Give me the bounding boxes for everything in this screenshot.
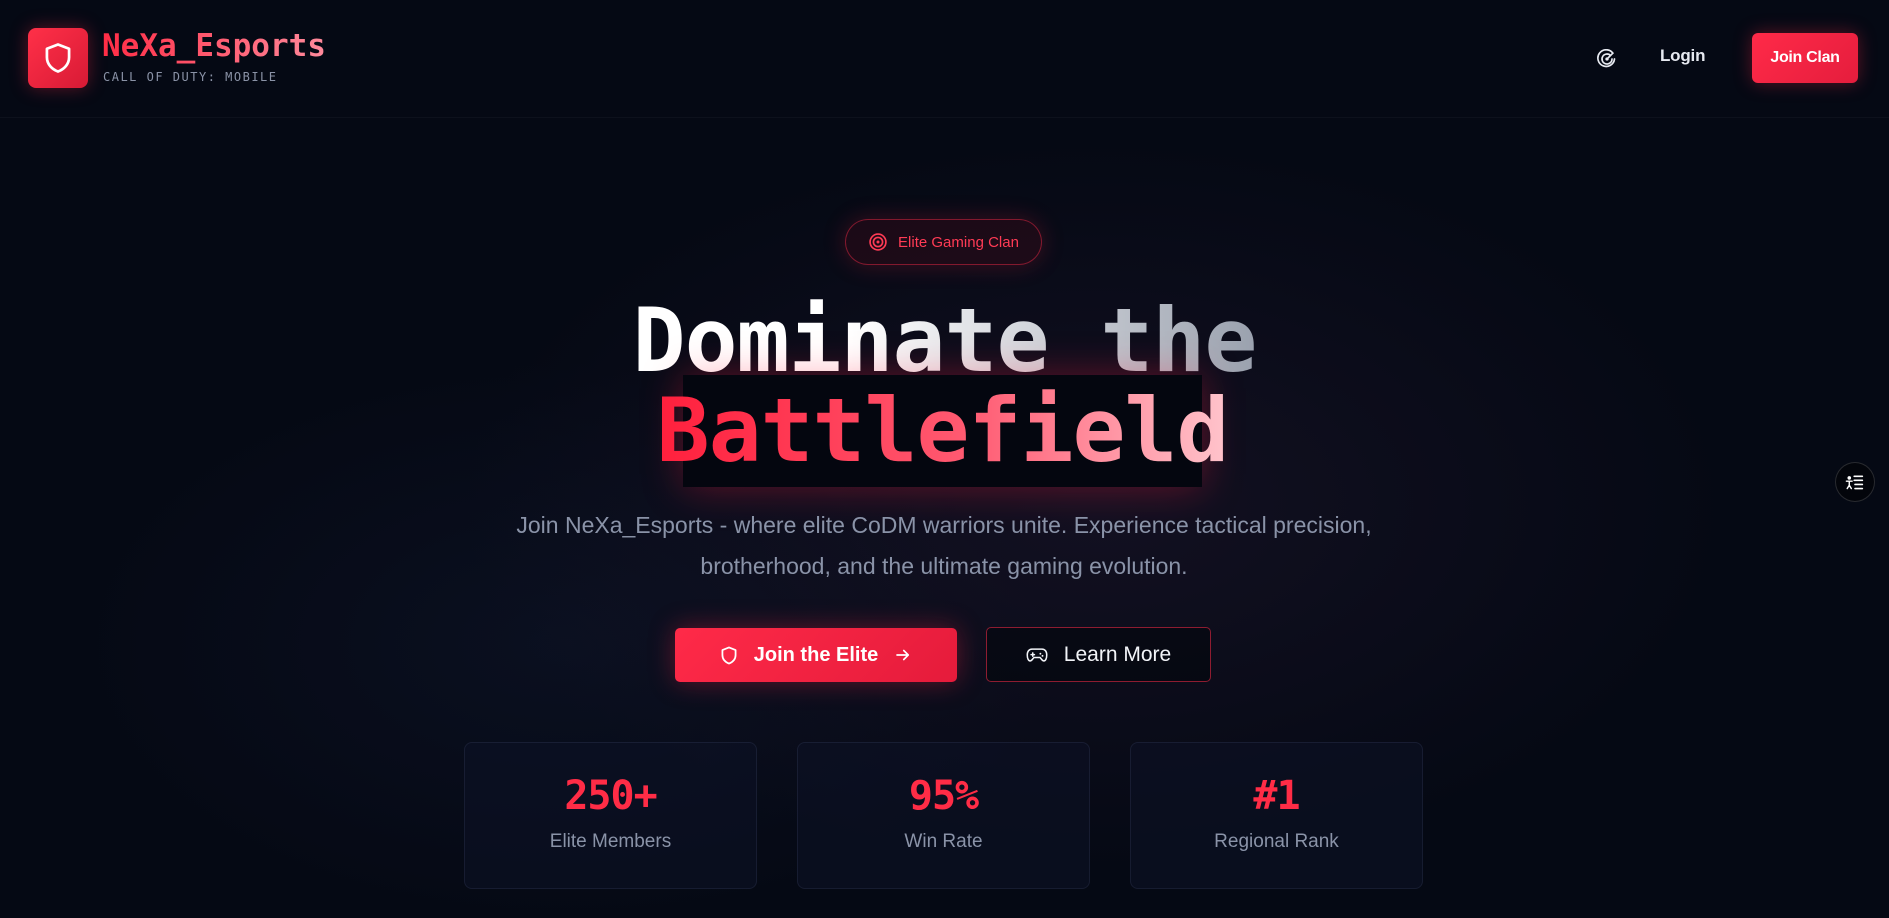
- arrow-right-icon: [896, 649, 910, 661]
- learn-more-button[interactable]: Learn More: [986, 627, 1211, 682]
- site-header: NeXa_Esports CALL OF DUTY: MOBILE Login …: [0, 0, 1889, 118]
- target-icon: [869, 233, 887, 251]
- logo[interactable]: [28, 28, 88, 88]
- shield-icon: [721, 646, 737, 664]
- brand-name[interactable]: NeXa_Esports: [102, 28, 326, 64]
- stat-value: #1: [1253, 773, 1300, 819]
- gamepad-icon: [1026, 647, 1048, 662]
- stat-card-win-rate: 95% Win Rate: [797, 742, 1090, 889]
- join-clan-button[interactable]: Join Clan: [1752, 33, 1858, 83]
- clan-badge: Elite Gaming Clan: [845, 219, 1042, 265]
- stat-value: 95%: [908, 773, 979, 819]
- join-the-elite-button[interactable]: Join the Elite: [675, 628, 957, 682]
- theme-toggle-button[interactable]: [1592, 44, 1622, 74]
- brand-subtitle: CALL OF DUTY: MOBILE: [103, 70, 278, 84]
- landing-page: NeXa_Esports CALL OF DUTY: MOBILE Login …: [0, 0, 1889, 918]
- accessibility-menu-icon: [1845, 475, 1864, 490]
- accessibility-menu-button[interactable]: [1835, 462, 1875, 502]
- stat-card-rank: #1 Regional Rank: [1130, 742, 1423, 889]
- stat-value: 250+: [564, 773, 657, 819]
- radar-icon: [1597, 49, 1616, 68]
- stat-label: Regional Rank: [1214, 831, 1339, 852]
- headline-line-2: Battlefield: [656, 379, 1230, 482]
- subtitle-line-1: Join NeXa_Esports - where elite CoDM war…: [516, 512, 1372, 538]
- learn-more-label: Learn More: [1063, 642, 1172, 666]
- hero-subtitle: Join NeXa_Esports - where elite CoDM war…: [494, 505, 1394, 587]
- shield-icon: [45, 43, 71, 73]
- stat-label: Elite Members: [549, 831, 672, 852]
- headline-highlight: Battlefield: [657, 375, 1229, 487]
- stat-card-members: 250+ Elite Members: [464, 742, 757, 889]
- subtitle-line-2: brotherhood, and the ultimate gaming evo…: [700, 553, 1188, 579]
- badge-label: Elite Gaming Clan: [898, 233, 1019, 251]
- join-the-elite-label: Join the Elite: [753, 643, 879, 666]
- login-link[interactable]: Login: [1660, 46, 1705, 70]
- stat-label: Win Rate: [904, 831, 983, 852]
